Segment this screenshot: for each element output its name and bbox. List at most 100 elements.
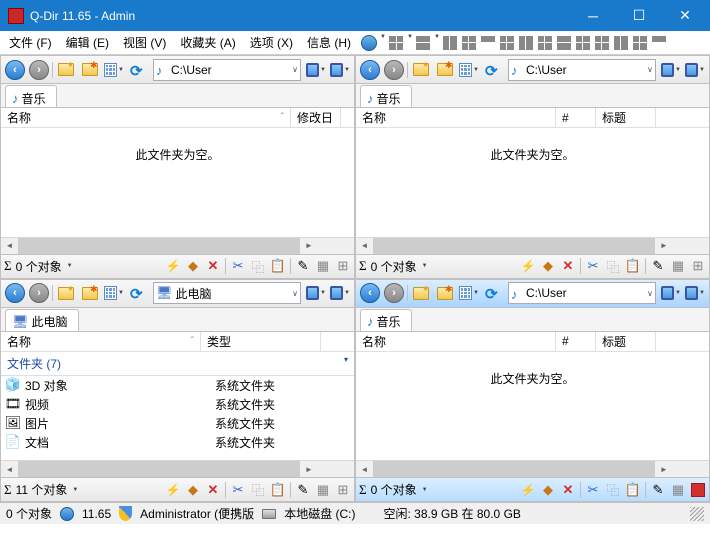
copy-button[interactable]: ⿻ xyxy=(605,258,621,274)
nav-back-button[interactable]: ‹ xyxy=(4,282,26,304)
list-item[interactable]: 📄文档系统文件夹 xyxy=(1,433,354,452)
refresh-button[interactable]: ⟳ xyxy=(482,282,504,304)
layout-1-icon[interactable] xyxy=(387,34,405,52)
column-header[interactable]: 名称 xyxy=(1,108,291,127)
layout-5-icon[interactable] xyxy=(479,34,497,52)
minimize-button[interactable]: ─ xyxy=(570,0,616,31)
view-mode-button[interactable]: ▼ xyxy=(458,59,480,81)
layout-9-icon[interactable] xyxy=(555,34,573,52)
nav-forward-button[interactable]: › xyxy=(383,282,405,304)
cut-button[interactable]: ✂ xyxy=(230,482,246,498)
layout-2-icon[interactable] xyxy=(414,34,432,52)
properties-button[interactable]: ▦ xyxy=(670,258,686,274)
layout-11-icon[interactable] xyxy=(593,34,611,52)
view-mode-button[interactable]: ▼ xyxy=(458,282,480,304)
file-list[interactable]: 此文件夹为空。 xyxy=(1,128,354,237)
scrollbar-horizontal[interactable]: ◄► xyxy=(356,237,709,254)
edit-button[interactable]: ✎ xyxy=(295,482,311,498)
favorites-button[interactable] xyxy=(55,282,77,304)
nav-forward-button[interactable]: › xyxy=(28,282,50,304)
column-header[interactable]: 名称 xyxy=(1,332,201,351)
group-header[interactable]: 文件夹 (7)▾ xyxy=(1,352,354,376)
menu-info[interactable]: 信息 (H) xyxy=(300,31,358,54)
column-header[interactable]: 名称 xyxy=(356,332,556,351)
nav-forward-button[interactable]: › xyxy=(28,59,50,81)
nav-back-button[interactable]: ‹ xyxy=(359,59,381,81)
address-bar[interactable]: ♪C:\User∨ xyxy=(508,59,656,81)
scrollbar-horizontal[interactable]: ◄► xyxy=(356,460,709,477)
power-icon[interactable] xyxy=(165,482,181,498)
layout-14-icon[interactable] xyxy=(650,34,668,52)
copy-button[interactable]: ⿻ xyxy=(250,482,266,498)
layout-12-icon[interactable] xyxy=(612,34,630,52)
grid-button[interactable]: ⊞ xyxy=(335,258,351,274)
dropdown-icon[interactable]: ▼ xyxy=(67,263,73,269)
delete-button[interactable]: ✕ xyxy=(560,258,576,274)
power-icon[interactable] xyxy=(520,482,536,498)
view-mode-button[interactable]: ▼ xyxy=(103,59,125,81)
globe-icon[interactable] xyxy=(360,34,378,52)
monitor-2-button[interactable]: ▼ xyxy=(684,59,706,81)
new-folder-button[interactable] xyxy=(79,59,101,81)
monitor-2-button[interactable]: ▼ xyxy=(329,59,351,81)
menu-edit[interactable]: 编辑 (E) xyxy=(59,31,116,54)
layout-3-icon[interactable] xyxy=(441,34,459,52)
layout-10-icon[interactable] xyxy=(574,34,592,52)
column-header[interactable]: 类型 xyxy=(201,332,321,351)
nav-back-button[interactable]: ‹ xyxy=(359,282,381,304)
properties-button[interactable]: ▦ xyxy=(315,258,331,274)
resize-grip[interactable] xyxy=(690,507,704,521)
edit-button[interactable]: ✎ xyxy=(295,258,311,274)
dropdown-icon[interactable]: ▼ xyxy=(422,487,428,493)
tag-icon[interactable]: ◆ xyxy=(540,258,556,274)
cut-button[interactable]: ✂ xyxy=(585,258,601,274)
paste-button[interactable]: 📋 xyxy=(270,482,286,498)
maximize-button[interactable]: ☐ xyxy=(616,0,662,31)
sigma-icon[interactable]: Σ xyxy=(359,258,367,274)
layout-8-icon[interactable] xyxy=(536,34,554,52)
list-item[interactable]: 🎞视频系统文件夹 xyxy=(1,395,354,414)
tab[interactable]: 🖥此电脑 xyxy=(5,309,79,331)
power-icon[interactable] xyxy=(520,258,536,274)
monitor-1-button[interactable]: ▼ xyxy=(305,282,327,304)
list-item[interactable]: 🖼图片系统文件夹 xyxy=(1,414,354,433)
nav-forward-button[interactable]: › xyxy=(383,59,405,81)
tag-icon[interactable]: ◆ xyxy=(185,258,201,274)
file-list[interactable]: 文件夹 (7)▾🧊3D 对象系统文件夹🎞视频系统文件夹🖼图片系统文件夹📄文档系统… xyxy=(1,352,354,461)
power-icon[interactable] xyxy=(165,258,181,274)
address-bar[interactable]: ♪C:\User∨ xyxy=(508,282,656,304)
tag-icon[interactable]: ◆ xyxy=(540,482,556,498)
scrollbar-horizontal[interactable]: ◄► xyxy=(1,460,354,477)
view-mode-button[interactable]: ▼ xyxy=(103,282,125,304)
copy-button[interactable]: ⿻ xyxy=(605,482,621,498)
delete-button[interactable]: ✕ xyxy=(205,482,221,498)
delete-button[interactable]: ✕ xyxy=(560,482,576,498)
column-header[interactable]: 修改日 xyxy=(291,108,341,127)
address-bar[interactable]: 🖥此电脑∨ xyxy=(153,282,301,304)
cut-button[interactable]: ✂ xyxy=(585,482,601,498)
column-header[interactable]: # xyxy=(556,108,596,127)
edit-button[interactable]: ✎ xyxy=(650,482,666,498)
file-list[interactable]: 此文件夹为空。 xyxy=(356,352,709,461)
refresh-button[interactable]: ⟳ xyxy=(482,59,504,81)
paste-button[interactable]: 📋 xyxy=(270,258,286,274)
monitor-2-button[interactable]: ▼ xyxy=(684,282,706,304)
dropdown-icon[interactable]: ▼ xyxy=(422,263,428,269)
monitor-1-button[interactable]: ▼ xyxy=(660,59,682,81)
status-globe-icon[interactable] xyxy=(60,507,74,521)
sigma-icon[interactable]: Σ xyxy=(4,482,12,498)
favorites-button[interactable] xyxy=(410,59,432,81)
monitor-2-button[interactable]: ▼ xyxy=(329,282,351,304)
new-folder-button[interactable] xyxy=(79,282,101,304)
tab[interactable]: ♪音乐 xyxy=(5,85,57,107)
tab[interactable]: ♪音乐 xyxy=(360,309,412,331)
paste-button[interactable]: 📋 xyxy=(625,482,641,498)
paste-button[interactable]: 📋 xyxy=(625,258,641,274)
sigma-icon[interactable]: Σ xyxy=(4,258,12,274)
monitor-1-button[interactable]: ▼ xyxy=(660,282,682,304)
copy-button[interactable]: ⿻ xyxy=(250,258,266,274)
delete-button[interactable]: ✕ xyxy=(205,258,221,274)
column-header[interactable]: 名称 xyxy=(356,108,556,127)
nav-back-button[interactable]: ‹ xyxy=(4,59,26,81)
edit-button[interactable]: ✎ xyxy=(650,258,666,274)
